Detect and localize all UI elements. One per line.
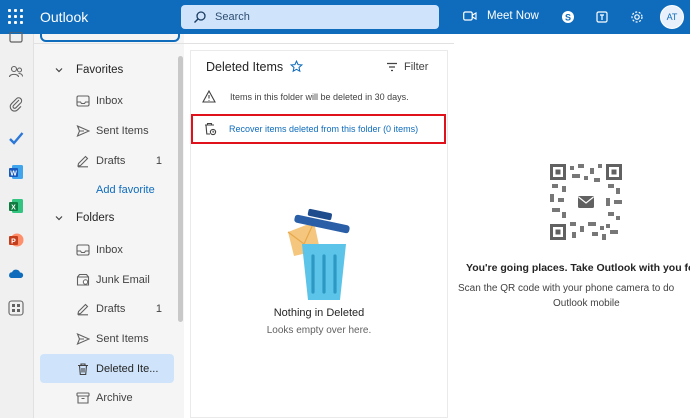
pencil-icon — [77, 155, 89, 168]
meet-now-button[interactable]: Meet Now — [463, 10, 539, 22]
unread-count: 1 — [155, 155, 162, 167]
search-icon — [194, 11, 206, 23]
app-launcher-icon[interactable] — [8, 9, 24, 25]
mobile-promo-text: Scan the QR code with your phone camera … — [458, 283, 675, 294]
mobile-promo-title: You're going places. Take Outlook with y… — [466, 262, 690, 274]
app-title[interactable]: Outlook — [40, 9, 88, 25]
pencil-icon — [77, 303, 89, 316]
avatar[interactable]: AT — [660, 5, 684, 29]
skype-icon[interactable]: S — [561, 10, 575, 24]
word-icon[interactable]: W — [8, 164, 24, 180]
top-bar: Outlook Search Meet Now S AT — [0, 0, 690, 34]
mobile-promo-text-line2: Outlook mobile — [553, 298, 620, 309]
teams-icon[interactable] — [595, 10, 609, 24]
search-placeholder: Search — [215, 11, 250, 23]
trash-icon — [78, 362, 88, 375]
folders-label: Folders — [76, 212, 115, 224]
svg-text:W: W — [10, 170, 17, 177]
people-icon[interactable] — [8, 64, 24, 80]
send-icon — [76, 124, 90, 138]
search-box[interactable]: Search — [181, 5, 439, 29]
excel-icon[interactable]: X — [8, 198, 24, 214]
svg-text:X: X — [11, 204, 16, 211]
favorites-label: Favorites — [76, 64, 124, 76]
empty-trash-illustration — [287, 208, 350, 300]
add-favorite-link[interactable]: Add favorite — [96, 184, 155, 196]
todo-check-icon[interactable] — [8, 130, 24, 146]
folder-item-junk[interactable]: Junk Email — [40, 266, 174, 294]
chevron-down-icon — [55, 68, 63, 73]
folder-item-sent[interactable]: Sent Items — [40, 325, 174, 353]
filter-label: Filter — [404, 61, 429, 73]
retention-notice-text: Items in this folder will be deleted in … — [230, 91, 409, 102]
favorite-item-label: Drafts — [96, 155, 126, 167]
favorite-item-label: Inbox — [96, 95, 123, 107]
favorite-item-sent[interactable]: Sent Items — [40, 117, 174, 145]
warning-icon — [202, 90, 216, 103]
svg-text:P: P — [11, 238, 16, 245]
inbox-icon — [76, 95, 90, 107]
folder-item-label: Archive — [96, 392, 133, 404]
empty-state-subtitle: Looks empty over here. — [266, 325, 372, 336]
folder-pane-scrollbar[interactable] — [178, 56, 183, 322]
meet-now-label: Meet Now — [487, 10, 539, 22]
app-rail: W X P — [0, 32, 34, 418]
favorite-item-inbox[interactable]: Inbox — [40, 87, 174, 115]
chevron-down-icon — [55, 216, 63, 221]
calendar-icon[interactable] — [8, 32, 24, 48]
send-icon — [76, 332, 90, 346]
folder-item-deleted[interactable]: Deleted Ite... — [40, 354, 174, 383]
folder-item-label: Junk Email — [96, 274, 150, 286]
folder-item-drafts[interactable]: Drafts 1 — [40, 295, 174, 323]
recover-trash-icon — [205, 122, 217, 136]
star-icon[interactable] — [290, 60, 303, 73]
more-apps-icon[interactable] — [8, 300, 24, 316]
new-mail-button[interactable] — [40, 34, 180, 42]
folder-item-label: Inbox — [96, 244, 123, 256]
filter-button[interactable]: Filter — [386, 61, 428, 73]
powerpoint-icon[interactable]: P — [8, 232, 24, 248]
settings-gear-icon[interactable] — [630, 10, 644, 24]
folder-title: Deleted Items — [206, 60, 284, 74]
junk-icon — [76, 273, 90, 286]
favorite-item-label: Sent Items — [96, 125, 149, 137]
folder-item-label: Drafts — [96, 303, 126, 315]
folder-item-label: Deleted Ite... — [96, 362, 159, 375]
recover-deleted-items-link[interactable]: Recover items deleted from this folder (… — [203, 122, 418, 136]
folder-item-label: Sent Items — [96, 333, 149, 345]
archive-icon — [76, 392, 90, 404]
recover-deleted-items-text: Recover items deleted from this folder (… — [229, 124, 419, 134]
onedrive-icon[interactable] — [8, 266, 24, 282]
favorite-item-drafts[interactable]: Drafts 1 — [40, 147, 174, 175]
folders-header[interactable]: Folders — [55, 212, 115, 224]
attachment-icon[interactable] — [8, 96, 24, 112]
folder-item-archive[interactable]: Archive — [40, 384, 174, 412]
video-camera-icon — [463, 11, 477, 21]
unread-count: 1 — [155, 303, 162, 315]
empty-state-title: Nothing in Deleted — [273, 307, 365, 319]
svg-text:S: S — [565, 13, 571, 23]
favorites-header[interactable]: Favorites — [55, 64, 124, 76]
qr-code — [550, 164, 622, 240]
folder-item-inbox[interactable]: Inbox — [40, 236, 174, 264]
retention-notice: Items in this folder will be deleted in … — [202, 90, 409, 103]
inbox-icon — [76, 244, 90, 256]
filter-icon — [387, 62, 397, 72]
